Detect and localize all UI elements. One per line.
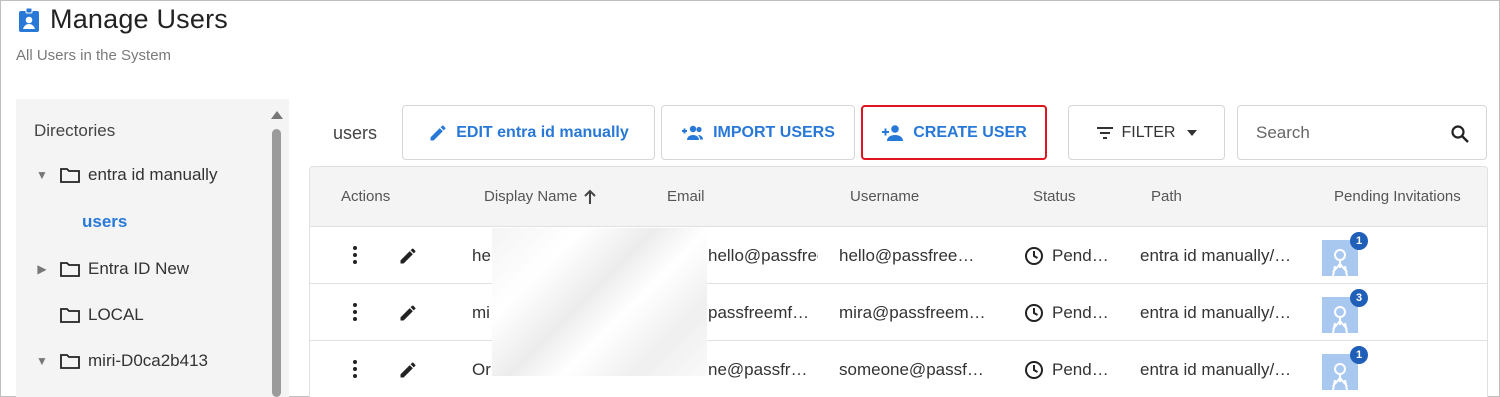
user-figure-icon: [1332, 306, 1348, 333]
directories-heading: Directories: [34, 121, 116, 140]
context-label: users: [333, 123, 378, 143]
page-subtitle: All Users in the System: [16, 47, 172, 64]
filter-button-label: FILTER: [1121, 123, 1176, 141]
edit-pencil-icon[interactable]: [398, 360, 418, 380]
column-header-status[interactable]: Status: [1033, 188, 1076, 205]
clock-icon: [1025, 247, 1043, 265]
import-users-button[interactable]: IMPORT USERS: [661, 105, 855, 160]
cell-path: entra id manually/…: [1140, 246, 1292, 265]
pencil-icon: [430, 124, 446, 140]
expand-right-icon[interactable]: ▶: [34, 262, 50, 276]
table-header: Actions Display Name Email Username Stat…: [310, 167, 1487, 227]
folder-icon: [60, 354, 80, 369]
tree-item-miri[interactable]: ▼ miri-D0ca2b413: [34, 351, 208, 371]
pending-invitations[interactable]: 3: [1322, 289, 1368, 333]
tree-item-label: users: [82, 212, 128, 231]
cell-status: Pend…: [1052, 303, 1109, 322]
folder-icon: [60, 168, 80, 183]
search-box[interactable]: [1237, 105, 1487, 160]
table-row[interactable]: mi passfreemf… mira@passfreem… Pend… ent…: [310, 284, 1487, 341]
column-header-display-name[interactable]: Display Name: [484, 188, 597, 205]
edit-directory-button[interactable]: EDIT entra id manually: [402, 105, 655, 160]
import-button-label: IMPORT USERS: [713, 123, 835, 141]
sidebar-scrollbar[interactable]: [270, 99, 284, 397]
pending-invitations[interactable]: 1: [1322, 346, 1368, 390]
tree-item-label: entra id manually: [88, 165, 218, 184]
filter-button[interactable]: FILTER: [1068, 105, 1225, 160]
cell-email: ne@passfr…: [708, 360, 808, 379]
tree-item-users[interactable]: users: [82, 212, 127, 232]
cell-username: hello@passfree…: [839, 246, 975, 265]
scroll-thumb[interactable]: [272, 129, 281, 397]
expand-down-icon[interactable]: ▼: [34, 168, 50, 182]
cell-path: entra id manually/…: [1140, 303, 1292, 322]
column-header-username[interactable]: Username: [850, 188, 919, 205]
search-input[interactable]: [1256, 122, 1446, 144]
create-button-label: CREATE USER: [913, 123, 1027, 141]
more-actions-icon[interactable]: [351, 246, 359, 266]
folder-icon: [60, 262, 80, 277]
filter-lines-icon: [1096, 126, 1113, 139]
redaction-blur: [492, 228, 707, 376]
tree-item-label: miri-D0ca2b413: [88, 351, 208, 370]
clock-icon: [1025, 304, 1043, 322]
tree-item-entra-id-manually[interactable]: ▼ entra id manually: [34, 165, 217, 185]
caret-down-icon: [1187, 129, 1198, 136]
cell-email: hello@passfreem…: [708, 246, 818, 265]
user-figure-icon: [1332, 363, 1348, 390]
cell-status: Pend…: [1052, 246, 1109, 265]
search-icon[interactable]: [1450, 124, 1470, 144]
invitation-count-badge: 1: [1350, 346, 1368, 364]
tree-item-label: Entra ID New: [88, 259, 190, 278]
cell-status: Pend…: [1052, 360, 1109, 379]
edit-pencil-icon[interactable]: [398, 246, 418, 266]
edit-pencil-icon[interactable]: [398, 303, 418, 323]
tree-item-local[interactable]: LOCAL: [60, 305, 144, 325]
person-add-icon: [882, 124, 904, 141]
group-add-icon: [682, 125, 704, 140]
user-figure-icon: [1332, 249, 1348, 276]
table-row[interactable]: Or ne@passfr… someone@passf… Pend… entra…: [310, 341, 1487, 397]
table-row[interactable]: hell hello@passfreem… hello@passfree… Pe…: [310, 227, 1487, 284]
scroll-up-arrow-icon[interactable]: [271, 111, 283, 119]
invitation-count-badge: 3: [1350, 289, 1368, 307]
column-header-actions: Actions: [341, 188, 391, 205]
expand-down-icon[interactable]: ▼: [34, 354, 50, 368]
directories-sidebar: Directories ▼ entra id manually users ▶ …: [16, 99, 289, 397]
tree-item-label: LOCAL: [88, 305, 144, 324]
edit-button-label: EDIT entra id manually: [456, 123, 629, 141]
user-badge-icon: [19, 7, 39, 32]
more-actions-icon[interactable]: [351, 303, 359, 323]
create-user-button[interactable]: CREATE USER: [861, 105, 1047, 160]
column-header-label: Display Name: [484, 188, 578, 205]
clock-icon: [1025, 361, 1043, 379]
column-header-path[interactable]: Path: [1151, 188, 1182, 205]
more-actions-icon[interactable]: [351, 360, 359, 380]
cell-username: mira@passfreem…: [839, 303, 986, 322]
column-header-email[interactable]: Email: [667, 188, 705, 205]
page-header: Manage Users: [18, 4, 228, 35]
column-header-pending-invitations[interactable]: Pending Invitations: [1334, 188, 1461, 205]
cell-path: entra id manually/…: [1140, 360, 1292, 379]
folder-icon: [60, 308, 80, 323]
tree-item-entra-id-new[interactable]: ▶ Entra ID New: [34, 259, 189, 279]
users-table: Actions Display Name Email Username Stat…: [309, 166, 1488, 397]
cell-email: passfreemf…: [708, 303, 810, 322]
invitation-count-badge: 1: [1350, 232, 1368, 250]
pending-invitations[interactable]: 1: [1322, 232, 1368, 276]
cell-username: someone@passf…: [839, 360, 984, 379]
page-title: Manage Users: [50, 4, 228, 34]
sort-arrow-up-icon[interactable]: [583, 189, 597, 205]
